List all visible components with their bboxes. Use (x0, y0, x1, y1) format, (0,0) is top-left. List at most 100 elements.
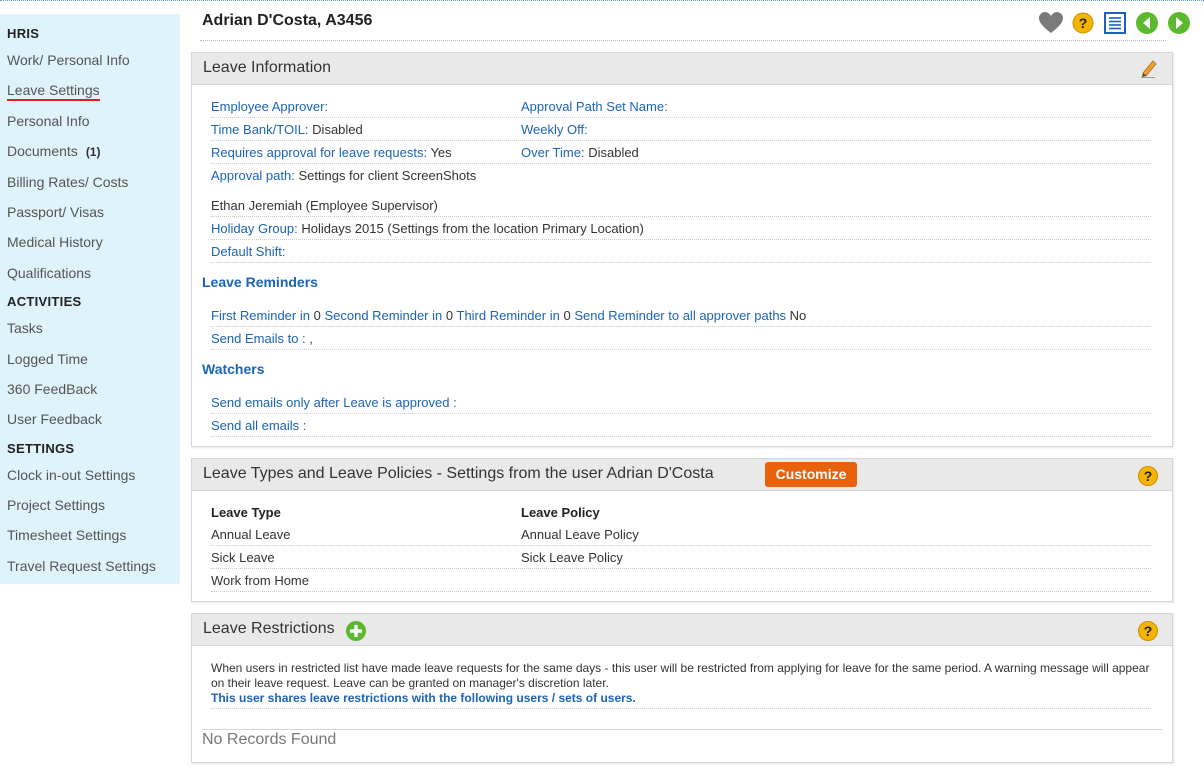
customize-button[interactable]: Customize (765, 462, 857, 487)
row-supervisor: Ethan Jeremiah (Employee Supervisor) (211, 195, 1151, 217)
divider (202, 729, 1162, 730)
third-reminder-label: Third Reminder in (456, 308, 560, 323)
divider (211, 708, 1151, 709)
empty-state-text: No Records Found (202, 731, 337, 748)
next-icon[interactable] (1166, 10, 1192, 36)
column-header-leave-policy: Leave Policy (521, 505, 600, 520)
sidebar-item-label: Travel Request Settings (7, 557, 156, 574)
sidebar-item-documents[interactable]: Documents (1) (0, 136, 180, 166)
time-bank-value: Disabled (312, 122, 363, 137)
over-time-value: Disabled (588, 145, 639, 160)
sidebar-item-travel-request-settings[interactable]: Travel Request Settings (0, 551, 180, 581)
documents-count-badge: (1) (85, 145, 101, 160)
table-row: Work from Home (211, 570, 1151, 592)
approval-path-set-label: Approval Path Set Name: (521, 99, 668, 114)
sidebar-item-label: Leave Settings (7, 82, 100, 102)
panel-header: Leave Types and Leave Policies - Setting… (192, 459, 1172, 491)
leave-type-cell: Sick Leave (211, 550, 275, 565)
sidebar-item-label: Passport/ Visas (7, 203, 105, 220)
leave-restrictions-panel: Leave Restrictions ? When users in restr… (191, 613, 1173, 763)
sidebar-item-leave-settings[interactable]: Leave Settings (0, 75, 180, 105)
list-icon[interactable] (1102, 10, 1128, 36)
row-emails-after-approved: Send emails only after Leave is approved… (211, 392, 1151, 414)
heart-icon[interactable] (1038, 10, 1064, 36)
second-reminder-label: Second Reminder in (324, 308, 443, 323)
sidebar-item-work-personal-info[interactable]: Work/ Personal Info (0, 45, 180, 75)
weekly-off-label: Weekly Off: (521, 122, 588, 137)
approval-path-value: Settings for client ScreenShots (298, 168, 477, 183)
table-header: Leave Type Leave Policy (211, 502, 1151, 524)
leave-policy-cell: Annual Leave Policy (521, 527, 639, 542)
sidebar-item-label: Documents (7, 143, 78, 160)
leave-types-panel: Leave Types and Leave Policies - Setting… (191, 458, 1173, 602)
leave-type-cell: Work from Home (211, 573, 309, 588)
requires-approval-value: Yes (430, 145, 452, 160)
second-reminder-value: 0 (445, 308, 454, 323)
sidebar-item-label: User Feedback (7, 411, 102, 428)
sidebar-item-passport-visas[interactable]: Passport/ Visas (0, 197, 180, 227)
sidebar-item-label: Work/ Personal Info (7, 52, 130, 68)
sidebar-item-label: Billing Rates/ Costs (7, 173, 129, 190)
sidebar-item-label: 360 FeedBack (7, 380, 98, 397)
restrictions-description: When users in restricted list have made … (211, 661, 1151, 706)
sidebar-item-timesheet-settings[interactable]: Timesheet Settings (0, 520, 180, 550)
help-icon[interactable]: ? (1138, 621, 1158, 641)
edit-pencil-icon[interactable] (1140, 58, 1158, 81)
help-icon[interactable]: ? (1138, 466, 1158, 486)
send-all-emails-label: Send all emails : (211, 418, 307, 433)
row-reminders: First Reminder in 0 Second Reminder in 0… (211, 305, 1151, 327)
employee-approver-label: Employee Approver: (211, 99, 329, 114)
header-toolbar: ? (1038, 10, 1192, 36)
holiday-group-label: Holiday Group: (211, 221, 298, 236)
third-reminder-value: 0 (563, 308, 571, 323)
first-reminder-label: First Reminder in (211, 308, 310, 323)
row-approval-path: Approval path: Settings for client Scree… (211, 165, 1151, 187)
requires-approval-label: Requires approval for leave requests: (211, 145, 428, 160)
sidebar-item-clock-settings[interactable]: Clock in-out Settings (0, 460, 180, 490)
sidebar-item-360-feedback[interactable]: 360 FeedBack (0, 374, 180, 404)
sidebar-item-label: Personal Info (7, 112, 90, 129)
send-emails-value: , (309, 331, 313, 346)
sidebar-heading-activities: ACTIVITIES (7, 294, 82, 310)
sidebar-item-billing-rates[interactable]: Billing Rates/ Costs (0, 167, 180, 197)
sidebar-heading-hris: HRIS (7, 26, 40, 41)
panel-title: Leave Information (203, 59, 332, 76)
sidebar-item-label: Timesheet Settings (7, 527, 127, 544)
holiday-group-value: Holidays 2015 (Settings from the locatio… (301, 221, 644, 236)
sidebar-item-project-settings[interactable]: Project Settings (0, 490, 180, 520)
panel-title: Leave Restrictions (203, 620, 335, 637)
leave-type-cell: Annual Leave (211, 527, 291, 542)
sidebar-item-qualifications[interactable]: Qualifications (0, 258, 180, 288)
table-row: Sick Leave Sick Leave Policy (211, 547, 1151, 569)
help-icon[interactable]: ? (1070, 10, 1096, 36)
send-emails-label: Send Emails to : (211, 331, 306, 346)
sidebar-item-user-feedback[interactable]: User Feedback (0, 404, 180, 434)
leave-information-panel: Leave Information Employee Approver: App… (191, 52, 1173, 447)
panel-title: Leave Types and Leave Policies - Setting… (203, 465, 714, 482)
row-send-emails: Send Emails to : , (211, 328, 1151, 350)
restrictions-description-text: When users in restricted list have made … (211, 661, 1150, 690)
add-restriction-icon[interactable] (345, 620, 367, 645)
row-holiday-group: Holiday Group: Holidays 2015 (Settings f… (211, 218, 1151, 240)
sidebar-heading-settings: SETTINGS (7, 440, 75, 456)
time-bank-label: Time Bank/TOIL: (211, 122, 309, 137)
sidebar-item-personal-info[interactable]: Personal Info (0, 106, 180, 136)
default-shift-label: Default Shift: (211, 244, 286, 259)
row-requires-approval: Requires approval for leave requests: Ye… (211, 142, 1151, 164)
sidebar-item-medical-history[interactable]: Medical History (0, 227, 180, 257)
row-time-bank: Time Bank/TOIL: Disabled Weekly Off: (211, 119, 1151, 141)
sidebar-item-label: Qualifications (7, 264, 92, 281)
sidebar-item-tasks[interactable]: Tasks (0, 313, 180, 343)
row-send-all-emails: Send all emails : (211, 415, 1151, 437)
sidebar: HRIS Work/ Personal Info Leave Settings … (0, 14, 180, 584)
sidebar-item-label: Logged Time (7, 350, 88, 367)
panel-header: Leave Restrictions ? (192, 614, 1172, 646)
over-time-label: Over Time: (521, 145, 585, 160)
previous-icon[interactable] (1134, 10, 1160, 36)
shared-restrictions-text: This user shares leave restrictions with… (211, 691, 636, 705)
approval-path-label: Approval path: (211, 168, 295, 183)
table-row: Annual Leave Annual Leave Policy (211, 524, 1151, 546)
sidebar-item-label: Clock in-out Settings (7, 466, 136, 483)
send-all-paths-label: Send Reminder to all approver paths (574, 308, 787, 323)
sidebar-item-logged-time[interactable]: Logged Time (0, 344, 180, 374)
